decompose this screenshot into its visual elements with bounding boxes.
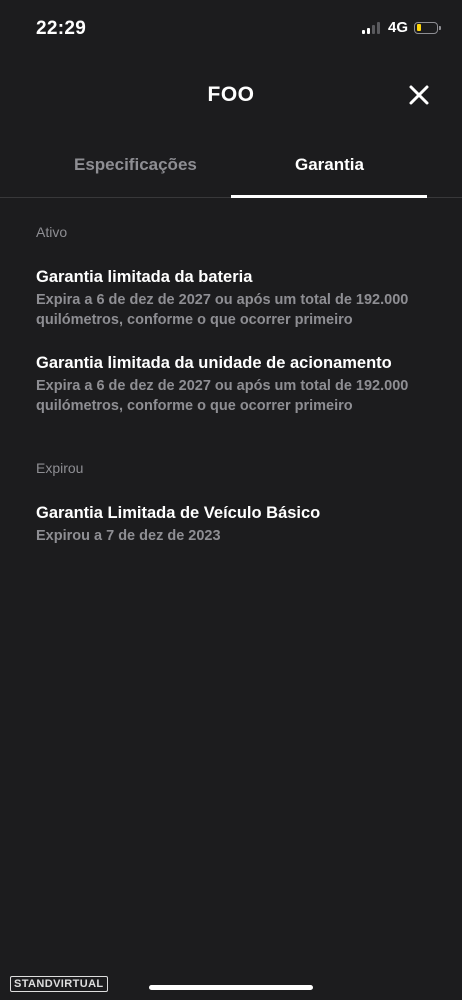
status-time: 22:29 xyxy=(36,18,87,39)
page-title: FOO xyxy=(207,83,255,106)
item-description: Expirou a 7 de dez de 2023 xyxy=(36,528,221,544)
section-active: Ativo Garantia limitada da bateria Expir… xyxy=(36,224,436,416)
status-indicators: 4G xyxy=(361,19,441,36)
section-label: Expirou xyxy=(36,460,84,476)
item-description: Expira a 6 de dez de 2027 ou após um tot… xyxy=(36,378,409,414)
close-icon xyxy=(409,85,429,105)
status-bar: 22:29 4G xyxy=(0,0,462,58)
modal-header: FOO xyxy=(0,75,462,117)
watermark: STANDVIRTUAL xyxy=(10,976,108,992)
close-button[interactable] xyxy=(406,82,432,108)
tab-bar: Especificações Garantia xyxy=(0,140,462,198)
tab-warranty[interactable]: Garantia xyxy=(295,155,364,175)
item-title: Garantia Limitada de Veículo Básico xyxy=(36,504,321,522)
list-item: Garantia limitada da bateria Expira a 6 … xyxy=(36,266,436,330)
list-item: Garantia limitada da unidade de acioname… xyxy=(36,352,436,416)
section-expired: Expirou Garantia Limitada de Veículo Bás… xyxy=(36,460,436,546)
item-description: Expira a 6 de dez de 2027 ou após um tot… xyxy=(36,292,409,328)
battery-low-icon xyxy=(414,21,441,34)
list-item: Garantia Limitada de Veículo Básico Expi… xyxy=(36,502,436,546)
tab-specifications[interactable]: Especificações xyxy=(74,155,197,175)
network-type: 4G xyxy=(387,19,408,36)
signal-bars-icon xyxy=(361,21,382,34)
warranty-list: Ativo Garantia limitada da bateria Expir… xyxy=(36,198,436,546)
item-title: Garantia limitada da unidade de acioname… xyxy=(36,354,392,372)
section-label: Ativo xyxy=(36,224,68,240)
item-title: Garantia limitada da bateria xyxy=(36,268,253,286)
home-indicator[interactable] xyxy=(149,985,313,990)
